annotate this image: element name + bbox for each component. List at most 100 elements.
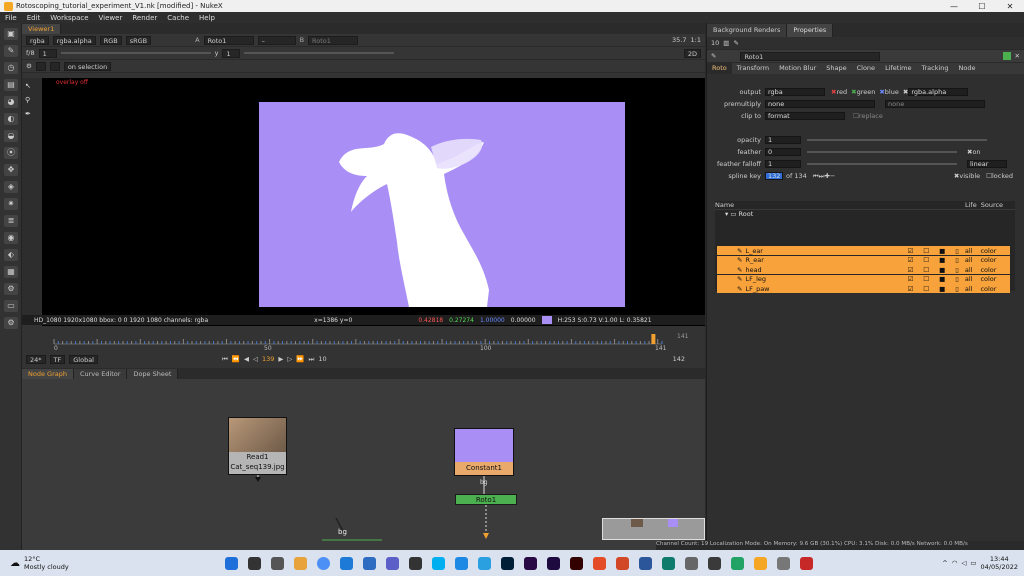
opacity-field[interactable]: 1	[765, 136, 801, 144]
particles-tool-icon[interactable]: ✷	[4, 198, 18, 210]
metadata-tool-icon[interactable]: ⬖	[4, 249, 18, 261]
step-value[interactable]: 10	[318, 355, 326, 363]
layer-mode-icon[interactable]: ▯	[955, 256, 959, 264]
spline-key-field[interactable]: 132	[765, 172, 783, 180]
layer-color-swatch[interactable]: ■	[939, 285, 945, 293]
feather-slider[interactable]	[807, 151, 957, 153]
falloff-slider[interactable]	[807, 163, 957, 165]
menu-workspace[interactable]: Workspace	[45, 14, 93, 22]
tab-background-renders[interactable]: Background Renders	[707, 24, 788, 37]
fstop-value[interactable]: f/8	[26, 49, 35, 57]
layer-row[interactable]: ✎ LF_paw ☑ ☐ ■ ▯ all color	[717, 284, 1010, 293]
node-graph-pane[interactable]: Node Graph Curve Editor Dope Sheet Read1…	[22, 368, 705, 550]
max-panels-field[interactable]: 10	[711, 39, 719, 47]
layer-lock-checkbox[interactable]: ☐	[923, 275, 929, 283]
layer-mode-icon[interactable]: ▯	[955, 266, 959, 274]
layer-row[interactable]: ✎ head ☑ ☐ ■ ▯ all color	[717, 265, 1010, 274]
app3-icon[interactable]	[478, 556, 491, 570]
time-tool-icon[interactable]: ◷	[4, 62, 18, 74]
filter-tool-icon[interactable]: ◐	[4, 113, 18, 125]
image-tool-icon[interactable]: ▣	[4, 28, 18, 40]
layer-visible-checkbox[interactable]: ☑	[907, 266, 913, 274]
wifi-icon[interactable]: ◠	[952, 559, 958, 567]
tab-tracking[interactable]: Tracking	[916, 63, 953, 74]
play-back-button[interactable]: ◁	[253, 355, 258, 363]
node-graph-minimap[interactable]	[602, 518, 705, 540]
layer-visible-checkbox[interactable]: ☑	[907, 256, 913, 264]
app4-icon[interactable]	[593, 556, 606, 570]
key-remove-icon[interactable]: −	[830, 172, 835, 180]
tab-node[interactable]: Node	[954, 63, 981, 74]
search-icon[interactable]	[248, 556, 261, 570]
transform-tool-icon[interactable]: ✥	[4, 164, 18, 176]
settings-icon[interactable]: ⚙	[26, 62, 32, 70]
layer-visible-checkbox[interactable]: ☑	[907, 285, 913, 293]
app8-icon[interactable]	[731, 556, 744, 570]
node-color-swatch[interactable]	[1002, 52, 1011, 60]
chrome-icon[interactable]	[317, 556, 330, 570]
menu-help[interactable]: Help	[194, 14, 220, 22]
step-back-button[interactable]: ◀	[244, 355, 249, 363]
aftereffects-icon[interactable]	[547, 556, 560, 570]
gamma-slider[interactable]	[244, 52, 395, 54]
mail-icon[interactable]	[363, 556, 376, 570]
draw-tool-icon[interactable]: ✎	[4, 45, 18, 57]
output-dropdown[interactable]: rgba	[765, 88, 825, 96]
layer-row[interactable]: ✎ R_ear ☑ ☐ ■ ▯ all color	[717, 255, 1010, 265]
battery-icon[interactable]: ▭	[970, 559, 976, 567]
proxy-value[interactable]: 1:1	[691, 36, 701, 44]
layer-lock-checkbox[interactable]: ☐	[923, 285, 929, 293]
close-panel-icon[interactable]: ✕	[1015, 52, 1020, 60]
zoom-value[interactable]: 35.7	[672, 36, 686, 44]
next-key-button[interactable]: ⏩	[296, 355, 304, 363]
keyer-tool-icon[interactable]: ◒	[4, 130, 18, 142]
alpha-dropdown[interactable]: rgba.alpha	[52, 35, 96, 45]
layer-color-swatch[interactable]: ■	[939, 266, 945, 274]
menu-edit[interactable]: Edit	[22, 14, 46, 22]
on-selection-dropdown[interactable]: on selection	[63, 61, 112, 71]
current-frame-field[interactable]: 139	[262, 355, 274, 363]
minimize-button[interactable]: —	[940, 2, 968, 11]
layer-mode-icon[interactable]: ▯	[955, 247, 959, 255]
clipto-dropdown[interactable]: format	[765, 112, 845, 120]
layer-lock-checkbox[interactable]: ☐	[923, 266, 929, 274]
close-button[interactable]: ✕	[996, 2, 1024, 11]
point-tool-icon[interactable]: ⚲	[25, 96, 39, 104]
rgb-dropdown[interactable]: RGB	[99, 35, 122, 45]
float-icon[interactable]: ✎	[733, 39, 738, 47]
input-a-dropdown[interactable]: Roto1	[203, 35, 254, 45]
lock-icon[interactable]: ▥	[723, 39, 729, 47]
alpha-dropdown[interactable]: rgba.alpha	[908, 88, 969, 96]
nuke-icon[interactable]	[754, 556, 767, 570]
premiere-icon[interactable]	[524, 556, 537, 570]
app10-icon[interactable]	[800, 556, 813, 570]
clip-icon[interactable]	[49, 61, 60, 71]
skype-icon[interactable]	[432, 556, 445, 570]
settings-tool-icon[interactable]: ⚙	[4, 317, 18, 329]
tab-shape[interactable]: Shape	[821, 63, 851, 74]
views-tool-icon[interactable]: ◉	[4, 232, 18, 244]
photoshop-icon[interactable]	[501, 556, 514, 570]
layer-lock-checkbox[interactable]: ☐	[923, 256, 929, 264]
lut-dropdown[interactable]: sRGB	[125, 35, 152, 45]
powerpoint-icon[interactable]	[616, 556, 629, 570]
tray-chevron-icon[interactable]: ^	[942, 559, 947, 567]
menu-file[interactable]: File	[0, 14, 22, 22]
blend-mode-dropdown[interactable]: –	[257, 35, 296, 45]
chat-icon[interactable]	[271, 556, 284, 570]
scope-dropdown[interactable]: Global	[69, 354, 98, 364]
channels-dropdown[interactable]: rgba	[26, 35, 49, 45]
layer-visible-checkbox[interactable]: ☑	[907, 247, 913, 255]
illustrator-icon[interactable]	[570, 556, 583, 570]
channel-tool-icon[interactable]: ▤	[4, 79, 18, 91]
deep-tool-icon[interactable]: ≣	[4, 215, 18, 227]
clock[interactable]: 13:44 04/05/2022	[981, 555, 1018, 571]
goto-end-button[interactable]: ⏭	[308, 355, 314, 364]
tab-clone[interactable]: Clone	[852, 63, 880, 74]
weather-widget[interactable]: ☁ 12°C Mostly cloudy	[0, 555, 120, 571]
merge-tool-icon[interactable]: ⦿	[4, 147, 18, 159]
layer-row[interactable]: ✎ LF_leg ☑ ☐ ■ ▯ all color	[717, 274, 1010, 284]
goto-start-button[interactable]: ⏮	[222, 355, 228, 364]
fps-dropdown[interactable]: 24*	[26, 354, 46, 364]
frame-step-field[interactable]: 1	[38, 48, 57, 58]
